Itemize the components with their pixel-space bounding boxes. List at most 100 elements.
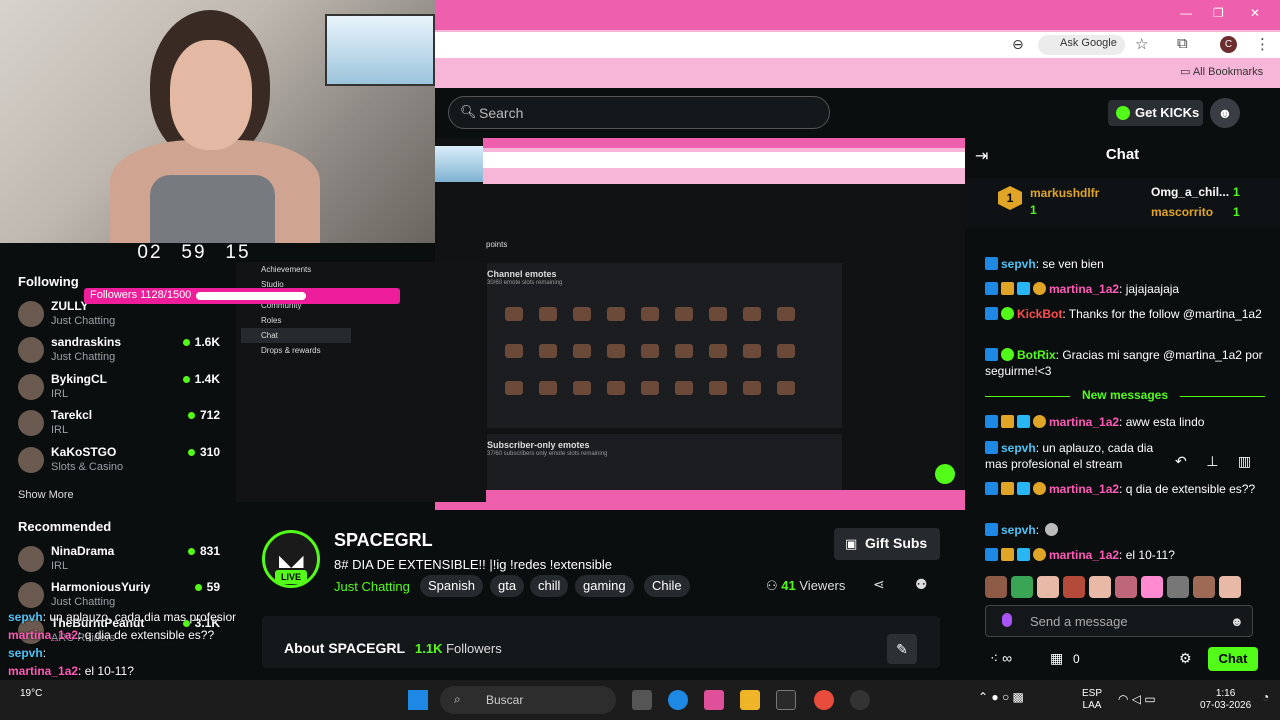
chat-username[interactable]: martina_1a2 [1049,282,1119,296]
chat-message[interactable]: martina_1a2: el 10-11? [985,547,1265,563]
chrome-icon[interactable] [814,690,834,710]
chat-message[interactable]: sepvh: un aplauzo, cada dia mas profesio… [985,440,1175,472]
tray-icons[interactable]: ⌃ ● ○ ▩ [978,690,1024,704]
edit-icon[interactable]: ✎ [887,634,917,664]
category-link[interactable]: Just Chatting [334,579,410,594]
weather-widget[interactable]: 19°C [20,688,42,699]
channel-name: BykingCL [51,372,108,386]
gifter-count: 1 [1030,203,1037,217]
file-explorer-icon[interactable] [740,690,760,710]
gift-subs-button[interactable]: ▣ Gift Subs [834,528,940,560]
emote[interactable] [1193,576,1215,598]
start-icon[interactable] [408,690,428,710]
extensions-icon[interactable]: ⧉ [1177,35,1188,52]
chat-username[interactable]: KickBot [1017,307,1062,321]
emote[interactable] [985,576,1007,598]
chat-message[interactable]: martina_1a2: jajajaajaja [985,281,1265,297]
microphone-icon[interactable] [1002,613,1012,627]
recommended-channel[interactable]: NinaDrama IRL 831 [18,544,228,578]
tag-chill[interactable]: chill [530,575,569,597]
chat-message[interactable]: BotRix: Gracias mi sangre @martina_1a2 p… [985,347,1265,379]
chat-username[interactable]: martina_1a2 [1049,415,1119,429]
badge-icon [1001,482,1014,495]
get-kicks-button[interactable]: Get KICKs [1108,100,1203,126]
search-input[interactable]: 🔍︎ Search [448,96,830,129]
tag-spanish[interactable]: Spanish [420,575,483,597]
gifter-name[interactable]: markushdlfr [1030,186,1099,200]
emote[interactable] [1115,576,1137,598]
bookmark-star-icon[interactable]: ☆ [1135,35,1148,53]
tag-gta[interactable]: gta [490,575,525,597]
emote[interactable] [1037,576,1059,598]
chat-username[interactable]: BotRix [1017,348,1056,362]
chat-message[interactable]: sepvh: [985,522,1265,538]
chat-title: Chat [1105,146,1140,163]
taskbar-search[interactable]: ⌕ Buscar [440,686,616,714]
following-channel[interactable]: BykingCL IRL 1.4K [18,372,228,406]
chat-username[interactable]: martina_1a2 [1049,482,1119,496]
video-address-bar [483,152,965,168]
zoom-icon[interactable]: ⊖ [1012,36,1024,53]
edge-icon[interactable] [668,690,688,710]
chat-username[interactable]: sepvh [1001,523,1036,537]
minimize-icon[interactable]: — [1180,6,1192,20]
following-channel[interactable]: sandraskins Just Chatting 1.6K [18,335,228,369]
gifter-name[interactable]: Omg_a_chil... [1151,185,1229,199]
new-messages-divider[interactable]: New messages [985,388,1265,402]
following-channel[interactable]: KaKoSTGO Slots & Casino 310 [18,445,228,479]
gifter-name[interactable]: mascorrito [1151,205,1213,219]
following-channel[interactable]: Tarekcl IRL 712 [18,408,228,442]
chat-username[interactable]: sepvh [1001,441,1036,455]
copilot-icon[interactable] [704,690,724,710]
chat-settings-icon[interactable]: ⁖ ∞ [990,650,1012,667]
emote[interactable] [1167,576,1189,598]
chat-message[interactable]: martina_1a2: q dia de extensible es?? [985,481,1265,497]
subscriber-emotes-subtitle: 37/60 subscribers only emote slots remai… [487,451,608,457]
points-icon[interactable]: ▦ [1050,650,1063,667]
badge-icon [1001,415,1014,428]
close-icon[interactable]: ✕ [1250,6,1260,20]
emote[interactable] [1141,576,1163,598]
chat-message[interactable]: KickBot: Thanks for the follow @martina_… [985,306,1265,322]
emote[interactable] [1011,576,1033,598]
gear-icon[interactable]: ⚙ [1179,650,1192,667]
show-more-button[interactable]: Show More [18,489,74,501]
language-indicator[interactable]: ESP LAA [1082,688,1102,712]
channel-name[interactable]: SPACEGRL [334,530,433,551]
notifications-icon[interactable]: ◔ [1262,690,1269,704]
stream-video[interactable]: points Channel emotes 30/60 emote slots … [435,138,965,510]
address-bar[interactable]: ⊖ Ask Google ☆ ⧉ C ⋮ [435,32,1280,58]
emote[interactable] [1063,576,1085,598]
follow-icon[interactable]: ⚉ [915,576,928,593]
store-icon[interactable] [776,690,796,710]
chat-message[interactable]: sepvh: se ven bien [985,256,1265,272]
reply-icon[interactable]: ↶ [1175,453,1187,469]
network-volume-icons[interactable]: ◠ ◁ ▭ [1118,692,1156,706]
all-bookmarks-link[interactable]: ▭ All Bookmarks [1180,65,1263,78]
delete-icon[interactable]: ▥ [1238,453,1251,469]
tag-gaming[interactable]: gaming [575,575,634,597]
tag-chile[interactable]: Chile [644,575,690,597]
emote[interactable] [1089,576,1111,598]
recommended-channel[interactable]: HarmoniousYuriy Just Chatting 59 [18,580,228,614]
chat-username[interactable]: martina_1a2 [1049,548,1119,562]
chat-message-input[interactable]: Send a message ☻ [985,605,1253,637]
clock[interactable]: 1:16 07-03-2026 [1200,688,1251,712]
ask-google-button[interactable]: Ask Google [1038,35,1125,55]
chat-message[interactable]: martina_1a2: aww esta lindo [985,414,1265,430]
pin-icon[interactable]: ⊥ [1206,453,1218,469]
task-view-icon[interactable] [632,690,652,710]
send-chat-button[interactable]: Chat [1208,647,1258,671]
emote[interactable] [1219,576,1241,598]
emoji-icon[interactable]: ☻ [1230,614,1244,629]
user-avatar[interactable]: ☻ [1210,98,1240,128]
chat-username[interactable]: sepvh [1001,257,1036,271]
profile-avatar[interactable]: C [1220,36,1237,53]
maximize-icon[interactable]: ❐ [1213,6,1224,20]
share-icon[interactable]: ⋖ [873,576,885,593]
live-dot-icon [187,449,195,456]
viewer-count-value: 712 [199,408,220,422]
browser-menu-icon[interactable]: ⋮ [1255,35,1270,53]
following-channel[interactable]: ZULLY Just Chatting [18,299,228,333]
obs-icon[interactable] [850,690,870,710]
